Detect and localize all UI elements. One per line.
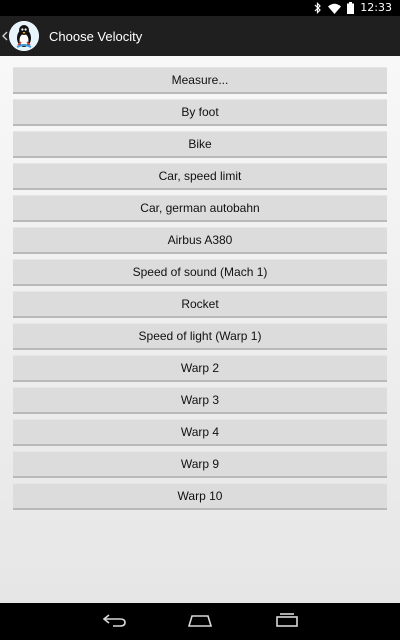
velocity-button[interactable]: Warp 9 [13,451,387,478]
back-icon [102,612,127,631]
bluetooth-icon [314,2,322,14]
status-bar: 12:33 [0,0,400,16]
nav-back-button[interactable] [90,603,140,640]
velocity-button[interactable]: Warp 10 [13,483,387,510]
navigation-bar [0,603,400,640]
screen-title: Choose Velocity [49,28,143,44]
velocity-button[interactable]: Speed of light (Warp 1) [13,323,387,350]
up-navigation-button[interactable] [0,16,43,56]
recents-icon [276,612,298,631]
home-icon [187,612,213,631]
velocity-button[interactable]: Measure... [13,67,387,94]
velocity-list: Measure... By foot Bike Car, speed limit… [13,67,387,515]
velocity-button[interactable]: Rocket [13,291,387,318]
action-bar: Choose Velocity [0,16,400,56]
velocity-button[interactable]: Bike [13,131,387,158]
penguin-app-icon [9,21,39,51]
velocity-button[interactable]: Warp 4 [13,419,387,446]
wifi-icon [328,3,342,14]
chevron-left-icon [2,31,8,41]
velocity-button[interactable]: Car, speed limit [13,163,387,190]
status-icons: 12:33 [314,0,392,16]
velocity-button[interactable]: By foot [13,99,387,126]
velocity-button[interactable]: Speed of sound (Mach 1) [13,259,387,286]
velocity-button[interactable]: Airbus A380 [13,227,387,254]
velocity-button[interactable]: Warp 3 [13,387,387,414]
content-area: Measure... By foot Bike Car, speed limit… [0,56,400,603]
velocity-button[interactable]: Car, german autobahn [13,195,387,222]
status-time: 12:33 [360,1,392,14]
nav-home-button[interactable] [175,603,225,640]
nav-recents-button[interactable] [262,603,312,640]
screen: 12:33 Choose Velocity Measure... By foot… [0,0,400,640]
battery-icon [347,2,355,14]
velocity-button[interactable]: Warp 2 [13,355,387,382]
